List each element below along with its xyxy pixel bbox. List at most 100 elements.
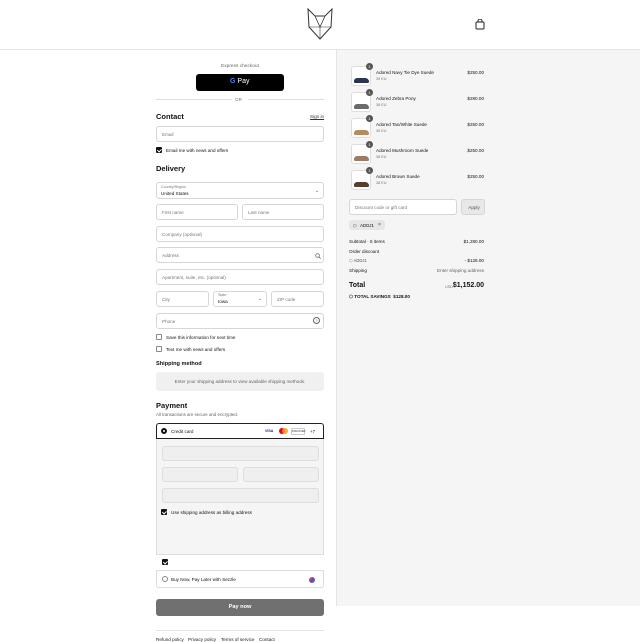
footer-divider [156, 630, 324, 631]
order-discount-label: Order discount [349, 249, 380, 254]
sezzle-radio[interactable] [162, 576, 168, 582]
apply-button[interactable]: Apply [461, 199, 485, 215]
quantity-badge: 1 [366, 89, 373, 96]
product-price: $250.00 [467, 122, 484, 127]
product-name: Adored Mushroom Suede [376, 148, 429, 153]
email-field[interactable]: Email [156, 126, 324, 142]
security-code-field[interactable] [243, 467, 319, 482]
help-icon[interactable]: ? [313, 317, 320, 324]
divider [156, 99, 232, 100]
contact-heading: Contact [156, 112, 184, 121]
total-savings-row: ⬡ TOTAL SAVINGS $128.00 [349, 294, 410, 299]
shipping-method-heading: Shipping method [156, 361, 202, 367]
quantity-badge: 1 [366, 141, 373, 148]
expiry-field[interactable] [162, 467, 238, 482]
product-variant: 39 EU [376, 77, 387, 81]
product-name: Adored Zebra Pony [376, 96, 416, 101]
tag-icon: ⬡ [353, 222, 357, 228]
header [0, 0, 640, 50]
pay-now-button[interactable]: Pay now [156, 599, 324, 616]
contact-link[interactable]: Contact [259, 637, 275, 642]
search-icon [315, 253, 321, 259]
quantity-badge: 1 [366, 63, 373, 70]
billing-label: Use shipping address as billing address [171, 510, 252, 515]
discount-code-row: ⬡ ADDJ1 [349, 258, 367, 263]
shoe-image [354, 78, 369, 83]
card-number-field[interactable] [162, 446, 319, 461]
shoe-image [354, 130, 369, 135]
google-g-icon: G [230, 78, 236, 85]
terms-link[interactable]: Terms of service [221, 637, 254, 642]
subtotal-label: Subtotal · 5 items [349, 239, 385, 244]
product-variant: 38 EU [376, 103, 387, 107]
privacy-policy-link[interactable]: Privacy policy [188, 637, 216, 642]
sign-in-link[interactable]: Sign in [310, 114, 324, 119]
save-info-label: Save this information for next time [166, 335, 236, 340]
state-select[interactable]: State Iowa ⌄ [213, 291, 267, 307]
apartment-field[interactable]: Apartment, suite, etc. (optional) [156, 269, 324, 285]
last-name-field[interactable]: Last name [242, 204, 324, 220]
shoe-image [354, 182, 369, 187]
product-price: $280.00 [467, 96, 484, 101]
news-checkbox[interactable] [156, 147, 162, 153]
google-pay-label: G Pay [230, 78, 250, 85]
discount-field[interactable]: Discount code or gift card [349, 199, 457, 215]
shoe-image [354, 156, 369, 161]
save-info-checkbox[interactable] [156, 334, 162, 340]
shipping-label: Shipping [349, 268, 367, 273]
total-label: Total [349, 282, 366, 289]
payment-heading: Payment [156, 401, 188, 410]
phone-field[interactable]: Phone ? [156, 313, 324, 329]
name-on-card-field[interactable] [162, 488, 319, 503]
order-summary [336, 50, 640, 606]
shoe-image [354, 104, 369, 109]
credit-card-radio[interactable] [161, 428, 167, 434]
product-variant: 38 EU [376, 181, 387, 185]
shipping-value: Enter shipping address [437, 268, 484, 273]
chevron-down-icon: ⌄ [315, 188, 320, 194]
text-me-checkbox[interactable] [156, 346, 162, 352]
more-cards-label: +7 [310, 429, 316, 434]
sezzle-option[interactable]: Buy Now, Pay Later with Sezzle [156, 570, 324, 588]
shipping-method-box: Enter your shipping address to view avai… [156, 372, 324, 391]
text-me-label: Text me with news and offers [166, 347, 226, 352]
chevron-down-icon: ⌄ [258, 296, 263, 302]
city-field[interactable]: City [156, 291, 209, 307]
news-label: Email me with news and offers [166, 148, 229, 153]
google-pay-button[interactable]: G Pay [196, 74, 284, 91]
billing-checkbox[interactable] [161, 509, 167, 515]
product-name: Adored Tan/White Suede [376, 122, 427, 127]
product-price: $250.00 [467, 70, 484, 75]
billing-checkbox[interactable] [162, 559, 168, 565]
zip-field[interactable]: ZIP code [271, 291, 324, 307]
quantity-badge: 1 [366, 115, 373, 122]
or-label: OR [235, 97, 242, 102]
company-field[interactable]: Company (optional) [156, 226, 324, 242]
first-name-field[interactable]: First name [156, 204, 238, 220]
discount-tag: ⬡ ADDJ1 × [349, 220, 385, 230]
refund-policy-link[interactable]: Refund policy [156, 637, 184, 642]
quantity-badge: 1 [366, 167, 373, 174]
express-checkout-label: Express checkout [221, 64, 259, 69]
product-name: Adored Brown Suede [376, 174, 420, 179]
visa-icon: VISA [265, 429, 274, 433]
discover-icon: DISCOVER [291, 427, 306, 435]
subtotal-value: $1,280.00 [463, 239, 484, 244]
product-price: $250.00 [467, 174, 484, 179]
product-name: Adored Navy Tie Dye Suede [376, 70, 434, 75]
product-variant: 39 EU [376, 129, 387, 133]
product-price: $250.00 [467, 148, 484, 153]
card-details-panel [156, 439, 324, 565]
credit-card-option[interactable]: Credit card VISA DISCOVER +7 [156, 423, 324, 439]
country-select[interactable]: Country/Region United States ⌄ [156, 182, 324, 199]
fox-logo-icon[interactable] [306, 7, 334, 41]
payment-subtitle: All transactions are secure and encrypte… [156, 412, 239, 417]
checkout-form: Express checkout G Pay OR Contact Sign i… [0, 50, 336, 642]
discount-value: - $128.00 [464, 258, 484, 263]
address-field[interactable]: Address [156, 247, 324, 263]
shopping-bag-icon[interactable] [475, 19, 485, 30]
remove-code-icon[interactable]: × [378, 222, 381, 228]
mastercard-icon [279, 428, 288, 434]
delivery-heading: Delivery [156, 164, 186, 173]
product-variant: 38 EU [376, 155, 387, 159]
